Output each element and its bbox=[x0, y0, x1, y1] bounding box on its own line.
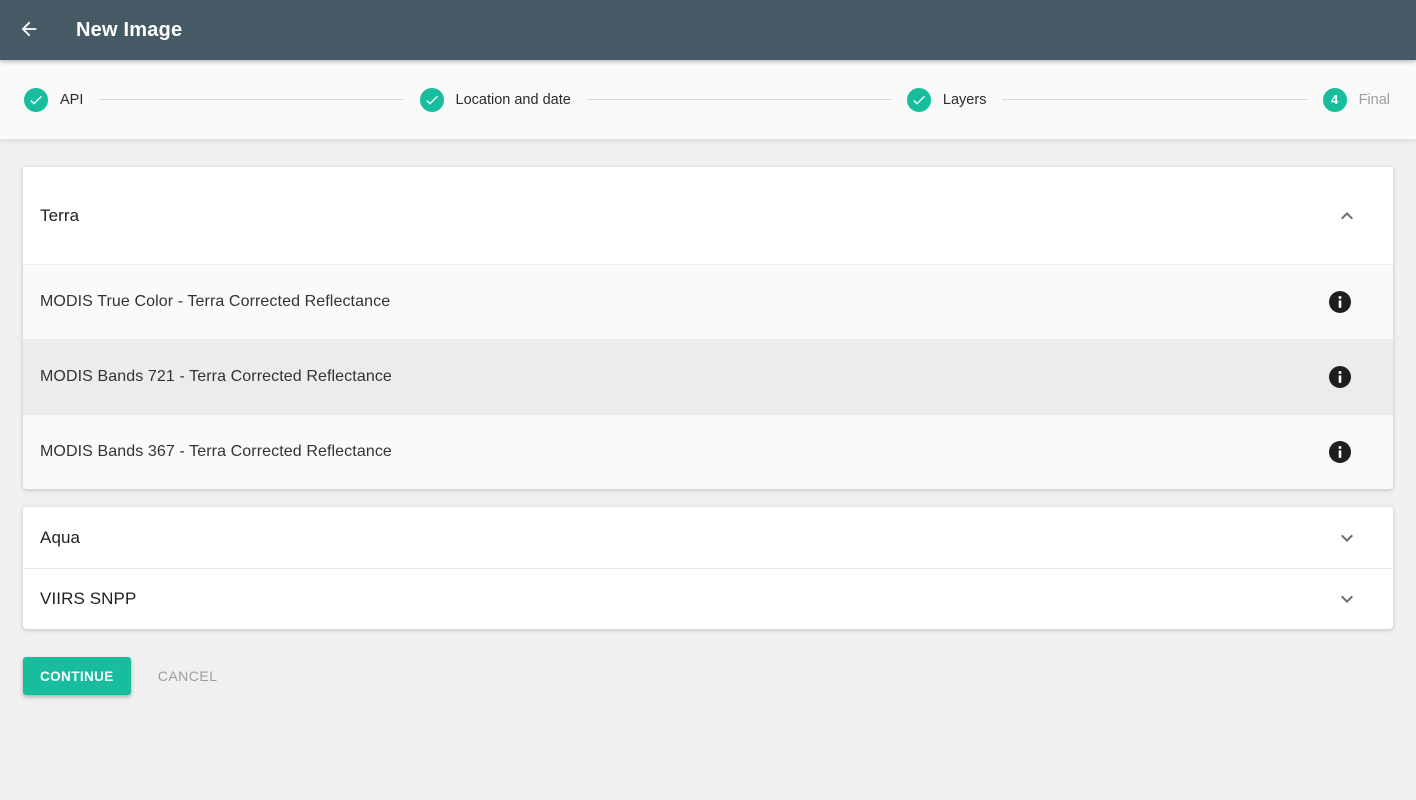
stepper-connector bbox=[99, 99, 404, 100]
layer-row-modis-true-color[interactable]: MODIS True Color - Terra Corrected Refle… bbox=[23, 264, 1393, 339]
layer-label: MODIS True Color - Terra Corrected Refle… bbox=[40, 293, 391, 310]
appbar: New Image bbox=[0, 0, 1416, 60]
arrow-left-icon bbox=[18, 18, 40, 43]
step-number: 4 bbox=[1330, 92, 1339, 107]
panel-title: Terra bbox=[40, 205, 80, 225]
page-title: New Image bbox=[76, 18, 183, 41]
step-label: Layers bbox=[942, 91, 987, 108]
cancel-button[interactable]: CANCEL bbox=[158, 668, 218, 684]
panel-group: Aqua VIIRS SNPP bbox=[23, 507, 1393, 629]
layer-row-modis-bands-721[interactable]: MODIS Bands 721 - Terra Corrected Reflec… bbox=[23, 339, 1393, 414]
panel-terra: Terra MODIS True Color - Terra Corrected… bbox=[23, 167, 1393, 489]
step-api[interactable]: API bbox=[24, 87, 84, 112]
continue-button[interactable]: CONTINUE bbox=[23, 657, 131, 695]
step-label: API bbox=[60, 91, 84, 108]
stepper-connector bbox=[1002, 99, 1307, 100]
step-complete-check-icon bbox=[24, 87, 48, 112]
action-bar: CONTINUE CANCEL bbox=[23, 657, 1416, 695]
layer-label: MODIS Bands 367 - Terra Corrected Reflec… bbox=[40, 443, 392, 460]
panel-title: Aqua bbox=[40, 527, 81, 547]
stepper-connector bbox=[586, 99, 891, 100]
step-layers[interactable]: Layers bbox=[906, 87, 987, 112]
chevron-down-icon[interactable] bbox=[1335, 587, 1359, 611]
step-complete-check-icon bbox=[906, 87, 931, 112]
info-icon[interactable] bbox=[1329, 291, 1351, 313]
stepper: API Location and date Layers 4 Final bbox=[0, 60, 1416, 140]
panel-title: VIIRS SNPP bbox=[40, 589, 137, 608]
chevron-up-icon[interactable] bbox=[1335, 204, 1359, 228]
panel-viirs-snpp-header[interactable]: VIIRS SNPP bbox=[23, 568, 1393, 629]
layer-label: MODIS Bands 721 - Terra Corrected Reflec… bbox=[40, 368, 392, 385]
step-number-badge: 4 bbox=[1322, 87, 1347, 112]
panel-terra-header[interactable]: Terra bbox=[23, 167, 1393, 264]
info-icon[interactable] bbox=[1329, 366, 1351, 388]
step-label: Location and date bbox=[455, 91, 571, 108]
step-location-and-date[interactable]: Location and date bbox=[419, 87, 571, 112]
info-icon[interactable] bbox=[1329, 441, 1351, 463]
panel-aqua-header[interactable]: Aqua bbox=[23, 507, 1393, 568]
step-complete-check-icon bbox=[419, 87, 444, 112]
step-final[interactable]: 4 Final bbox=[1322, 87, 1391, 112]
layer-row-modis-bands-367[interactable]: MODIS Bands 367 - Terra Corrected Reflec… bbox=[23, 414, 1393, 489]
back-button[interactable] bbox=[0, 0, 58, 60]
step-label: Final bbox=[1358, 91, 1391, 108]
main-content: Terra MODIS True Color - Terra Corrected… bbox=[0, 167, 1416, 695]
chevron-down-icon[interactable] bbox=[1335, 526, 1359, 550]
